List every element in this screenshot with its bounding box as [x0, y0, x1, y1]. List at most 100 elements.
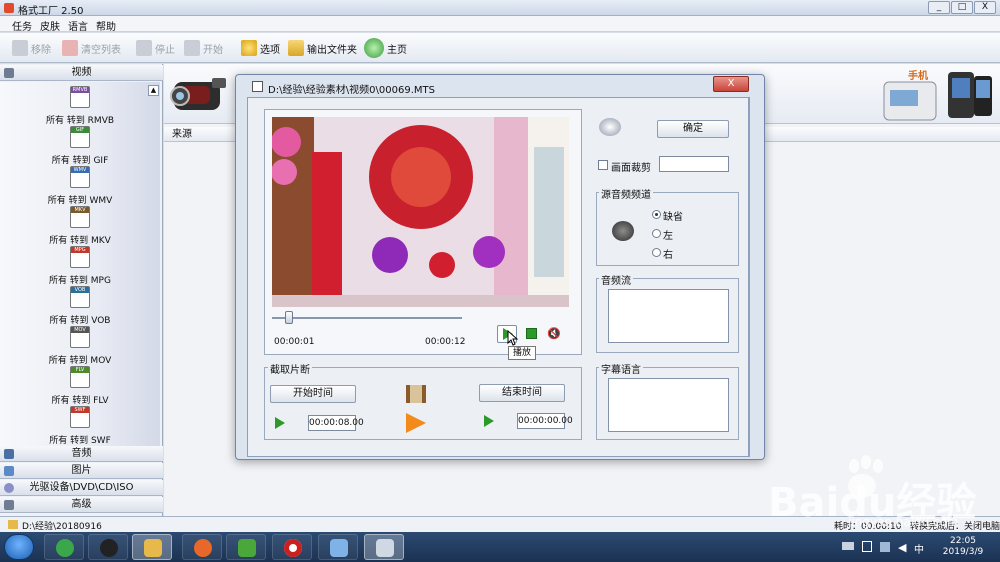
- taskbar-app-player[interactable]: [226, 534, 266, 560]
- start-label: 开始: [203, 44, 223, 56]
- category-audio[interactable]: 音频: [0, 446, 163, 462]
- crop-field[interactable]: [659, 156, 729, 172]
- mute-button[interactable]: 🔇: [547, 327, 561, 341]
- end-time-button[interactable]: 结束时间: [479, 384, 565, 402]
- taskbar-app-recorder[interactable]: [272, 534, 312, 560]
- category-advanced-label: 高级: [71, 499, 92, 510]
- dialog-film-icon: [252, 81, 263, 92]
- start-time-button[interactable]: 开始时间: [270, 385, 356, 403]
- list-item-mov[interactable]: MOV 所有 转到 MOV: [0, 326, 145, 366]
- category-disc[interactable]: 光驱设备\DVD\CD\ISO: [0, 480, 163, 496]
- record-icon: [284, 539, 302, 557]
- output-folder-button[interactable]: 输出文件夹: [288, 38, 357, 58]
- seek-slider-thumb[interactable]: [285, 311, 294, 324]
- start-icon: [184, 40, 200, 56]
- clock-time: 22:05: [950, 536, 976, 546]
- flv-tag: FLV: [71, 367, 89, 373]
- ime-icon[interactable]: 中: [914, 541, 924, 556]
- system-tray: ◀ 中: [842, 540, 924, 556]
- taskbar-clock[interactable]: 22:05 2019/3/9: [930, 536, 996, 558]
- start-button[interactable]: 开始: [184, 38, 223, 58]
- home-label: 主页: [387, 44, 407, 56]
- list-item-label: 所有 转到 RMVB: [45, 116, 115, 126]
- category-video[interactable]: 视频: [0, 65, 163, 81]
- taskbar-app-360[interactable]: [44, 534, 84, 560]
- crop-label: 画面裁剪: [611, 163, 651, 174]
- minimize-button[interactable]: _: [928, 1, 950, 14]
- dialog-close-button[interactable]: X: [713, 76, 749, 92]
- audio-stream-list[interactable]: [608, 289, 729, 343]
- speaker-icon: [612, 221, 634, 241]
- list-item-mkv[interactable]: MKV 所有 转到 MKV: [0, 206, 145, 246]
- video-frame[interactable]: [272, 117, 569, 307]
- scroll-up-button[interactable]: ▲: [148, 85, 159, 96]
- stop-icon: [526, 328, 537, 339]
- clear-list-button[interactable]: 清空列表: [62, 38, 121, 58]
- mkv-tag: MKV: [71, 207, 89, 213]
- keyboard-icon[interactable]: [842, 542, 854, 550]
- app-titlebar: 格式工厂 2.50 _ □ X: [0, 0, 1000, 17]
- remove-button[interactable]: 移除: [12, 38, 51, 58]
- menu-bar: 任务 皮肤 语言 帮助: [0, 16, 1000, 33]
- volume-icon[interactable]: ◀: [898, 541, 906, 554]
- flag-icon[interactable]: [862, 541, 872, 552]
- menu-task[interactable]: 任务: [12, 18, 32, 33]
- taskbar-app-explorer[interactable]: [132, 534, 172, 560]
- mouse-cursor-icon: [507, 330, 519, 346]
- category-advanced[interactable]: 高级: [0, 497, 163, 513]
- crop-checkbox[interactable]: [598, 160, 608, 170]
- video-category-icon: [4, 68, 14, 78]
- close-button[interactable]: X: [974, 1, 996, 14]
- start-button[interactable]: [4, 534, 34, 560]
- stop-icon: [136, 40, 152, 56]
- list-item-rmvb[interactable]: RMVB 所有 转到 RMVB: [0, 86, 145, 126]
- taskbar-app-qq[interactable]: [88, 534, 128, 560]
- toolbar: 移除 清空列表 停止 开始 选项 输出文件夹 主页: [0, 33, 1000, 63]
- video-player-icon: [238, 539, 256, 557]
- settings-disc-icon: [599, 118, 621, 136]
- maximize-button[interactable]: □: [951, 1, 973, 14]
- options-button[interactable]: 选项: [241, 38, 280, 58]
- subtitle-list[interactable]: [608, 378, 729, 432]
- network-icon[interactable]: [880, 542, 890, 552]
- list-item-flv[interactable]: FLV 所有 转到 FLV: [0, 366, 145, 406]
- list-item-vob[interactable]: VOB 所有 转到 VOB: [0, 286, 145, 326]
- mov-icon: MOV: [70, 326, 90, 348]
- channel-left-radio[interactable]: [652, 229, 661, 238]
- list-item-wmv[interactable]: WMV 所有 转到 WMV: [0, 166, 145, 206]
- phone-label: 手机: [908, 69, 928, 82]
- home-button[interactable]: 主页: [364, 38, 407, 58]
- stop-button[interactable]: 停止: [136, 38, 175, 58]
- mpg-icon: MPG: [70, 246, 90, 268]
- firefox-icon: [194, 539, 212, 557]
- taskbar-app-ebook[interactable]: [318, 534, 358, 560]
- play-from-start-button[interactable]: [275, 417, 285, 429]
- taskbar-app-format-factory[interactable]: [364, 534, 404, 560]
- channel-default-radio[interactable]: [652, 210, 661, 219]
- channel-right-radio[interactable]: [652, 248, 661, 257]
- list-item-gif[interactable]: GIF 所有 转到 GIF: [0, 126, 145, 166]
- menu-language[interactable]: 语言: [68, 18, 88, 33]
- stop-label: 停止: [155, 44, 175, 56]
- vob-icon: VOB: [70, 286, 90, 308]
- list-item-swf[interactable]: SWF 所有 转到 SWF: [0, 406, 145, 446]
- menu-help[interactable]: 帮助: [96, 18, 116, 33]
- taskbar-app-firefox[interactable]: [182, 534, 222, 560]
- stop-button[interactable]: [524, 326, 540, 342]
- channel-default-label: 缺省: [663, 212, 683, 223]
- app-title: 格式工厂 2.50: [18, 6, 84, 17]
- phone-device-icon: 手机: [883, 69, 992, 121]
- format-factory-icon: [376, 539, 394, 557]
- list-item-mpg[interactable]: MPG 所有 转到 MPG: [0, 246, 145, 286]
- start-time-field[interactable]: 00:00:08.00: [308, 415, 364, 431]
- menu-skin[interactable]: 皮肤: [40, 18, 60, 33]
- seek-slider-track[interactable]: [272, 317, 462, 319]
- end-time-field[interactable]: 00:00:00.00: [517, 413, 573, 429]
- vob-tag: VOB: [71, 287, 89, 293]
- clock-date: 2019/3/9: [942, 547, 984, 557]
- play-to-end-button[interactable]: [484, 415, 494, 427]
- category-image-label: 图片: [71, 465, 92, 476]
- mov-tag: MOV: [71, 327, 89, 333]
- category-image[interactable]: 图片: [0, 463, 163, 479]
- ok-button[interactable]: 确定: [657, 120, 729, 138]
